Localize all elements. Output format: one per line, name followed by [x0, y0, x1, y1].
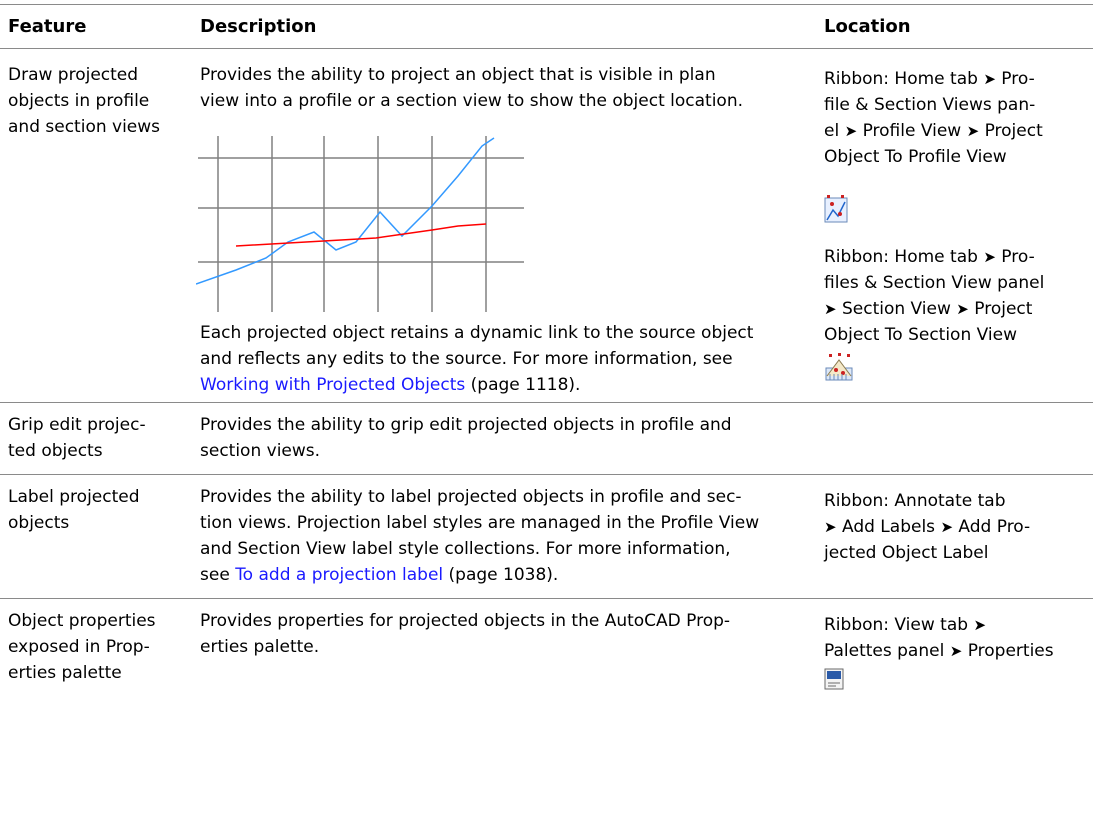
row2-description: Provides the ability to grip edit projec…: [200, 415, 732, 461]
projected-objects-chart: [196, 136, 524, 312]
project-to-section-view-icon[interactable]: [824, 352, 854, 382]
header-rule: [0, 48, 1093, 49]
project-to-profile-view-icon[interactable]: [824, 194, 848, 224]
properties-palette-icon[interactable]: [824, 668, 844, 690]
row1-location-1: Ribbon: Home tab ➤ Pro- file & Section V…: [824, 69, 1043, 167]
row3-rule: [0, 598, 1093, 599]
row1-rule: [0, 402, 1093, 403]
row2-rule: [0, 474, 1093, 475]
row1-description-2: Each projected object retains a dynamic …: [200, 323, 754, 395]
header-feature: Feature: [8, 16, 87, 37]
link-working-with-projected-objects[interactable]: Working with Projected Objects: [200, 375, 465, 395]
row3-feature: Label projected objects: [8, 487, 140, 533]
header-description: Description: [200, 16, 317, 37]
row2-feature: Grip edit projec- ted objects: [8, 415, 146, 461]
row1-location-2: Ribbon: Home tab ➤ Pro- files & Section …: [824, 247, 1045, 345]
link-to-add-a-projection-label[interactable]: To add a projection label: [235, 565, 443, 585]
row1-description: Provides the ability to project an objec…: [200, 65, 743, 111]
row3-description: Provides the ability to label projected …: [200, 487, 760, 585]
row3-location: Ribbon: Annotate tab ➤ Add Labels ➤ Add …: [824, 491, 1031, 563]
feature-table: Feature Description Location Draw projec…: [0, 0, 1101, 823]
row4-feature: Object properties exposed in Prop- ertie…: [8, 611, 156, 683]
row4-location: Ribbon: View tab ➤ Palettes panel ➤ Prop…: [824, 615, 1054, 661]
row4-description: Provides properties for projected object…: [200, 611, 731, 657]
header-location: Location: [824, 16, 911, 37]
row1-feature: Draw projected objects in profile and se…: [8, 65, 161, 137]
table-top-rule: [0, 4, 1093, 5]
